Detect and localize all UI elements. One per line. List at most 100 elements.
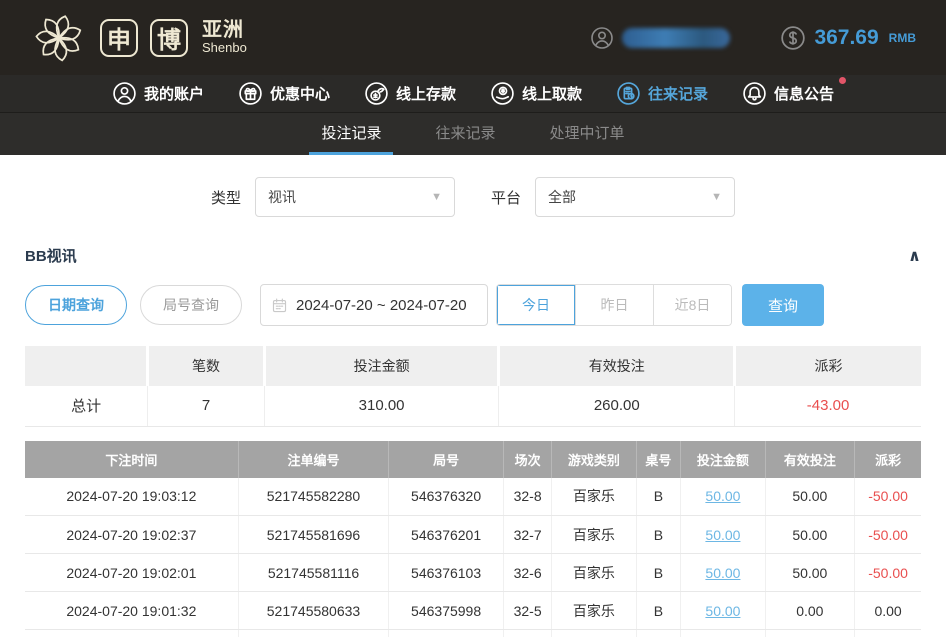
- date-query-button[interactable]: 日期查询: [25, 285, 127, 325]
- bet-amount-link[interactable]: 50.00: [705, 488, 740, 504]
- cell-session: 32-7: [503, 516, 551, 554]
- col-payout: 派彩: [855, 441, 921, 478]
- bet-amount-link[interactable]: 50.00: [705, 603, 740, 619]
- tab-pending-orders[interactable]: 处理中订单: [538, 113, 637, 155]
- cell-bet-time: 2024-07-20 19:02:37: [25, 516, 238, 554]
- type-select-value: 视讯: [268, 187, 296, 207]
- logo-char-bo: 博: [150, 19, 188, 57]
- balance-display[interactable]: 367.69 RMB: [780, 25, 916, 51]
- records-icon: [616, 81, 641, 106]
- cell-round-id: 546376103: [389, 554, 504, 592]
- calendar-icon: [271, 297, 288, 314]
- cell-order-id: 521745580633: [238, 592, 389, 630]
- type-filter-label: 类型: [211, 187, 241, 208]
- summary-total-row: 总计 7 310.00 260.00 -43.00: [25, 386, 921, 426]
- table-row: 2024-07-20 19:00:59521745580057546375895…: [25, 630, 921, 637]
- main-navigation: 我的账户 优惠中心 线上存款 线上取款 往来记录: [0, 75, 946, 113]
- top-header: 申 博 亚洲 Shenbo 367.69 RMB: [0, 0, 946, 75]
- notification-badge: [839, 77, 846, 84]
- summary-header-valid: 有效投注: [499, 346, 735, 386]
- summary-header-payout: 派彩: [735, 346, 921, 386]
- nav-withdraw[interactable]: 线上取款: [486, 81, 586, 106]
- nav-announcements[interactable]: 信息公告: [738, 81, 838, 106]
- bell-icon: [742, 81, 767, 106]
- bet-amount-link[interactable]: 50.00: [705, 527, 740, 543]
- cell-game-type: 百家乐: [552, 516, 636, 554]
- date-range-input[interactable]: 2024-07-20 ~ 2024-07-20: [260, 284, 488, 326]
- col-game-type: 游戏类别: [552, 441, 636, 478]
- cell-game-type: 百家乐: [552, 630, 636, 637]
- date-range-value: 2024-07-20 ~ 2024-07-20: [296, 297, 467, 314]
- nav-my-account[interactable]: 我的账户: [108, 81, 208, 106]
- table-row: 2024-07-20 19:02:37521745581696546376201…: [25, 516, 921, 554]
- nav-promotions[interactable]: 优惠中心: [234, 81, 334, 106]
- today-button[interactable]: 今日: [497, 285, 575, 325]
- summary-header-bet: 投注金额: [264, 346, 499, 386]
- summary-bet-value: 310.00: [264, 386, 499, 426]
- cell-session: 32-4: [503, 630, 551, 637]
- filter-row: 类型 视讯 ▼ 平台 全部 ▼: [0, 155, 946, 235]
- bet-table-header-row: 下注时间 注单编号 局号 场次 游戏类别 桌号 投注金额 有效投注 派彩: [25, 441, 921, 478]
- user-account-chip[interactable]: [590, 26, 730, 50]
- cell-game-type: 百家乐: [552, 592, 636, 630]
- cell-order-id: 521745581116: [238, 554, 389, 592]
- platform-select[interactable]: 全部 ▼: [535, 177, 735, 217]
- cell-round-id: 546375998: [389, 592, 504, 630]
- balance-amount: 367.69: [814, 26, 878, 50]
- platform-select-value: 全部: [548, 187, 576, 207]
- cell-table-no: B: [636, 516, 681, 554]
- bet-table-body: 2024-07-20 19:03:12521745582280546376320…: [25, 478, 921, 637]
- table-row: 2024-07-20 19:03:12521745582280546376320…: [25, 478, 921, 516]
- col-valid-bet: 有效投注: [765, 441, 855, 478]
- table-row: 2024-07-20 19:01:32521745580633546375998…: [25, 592, 921, 630]
- cell-session: 32-6: [503, 554, 551, 592]
- col-session: 场次: [503, 441, 551, 478]
- section-title: BB视讯: [25, 245, 77, 266]
- summary-header-count: 笔数: [148, 346, 264, 386]
- search-button[interactable]: 查询: [742, 284, 824, 326]
- username-redacted: [622, 28, 730, 48]
- type-select[interactable]: 视讯 ▼: [255, 177, 455, 217]
- cell-round-id: 546375895: [389, 630, 504, 637]
- nav-label: 优惠中心: [270, 83, 330, 104]
- tab-bet-records[interactable]: 投注记录: [309, 113, 393, 155]
- col-order-id: 注单编号: [238, 441, 389, 478]
- cell-payout: -50.00: [855, 516, 921, 554]
- tab-transaction-records[interactable]: 往来记录: [423, 113, 507, 155]
- nav-label: 信息公告: [774, 83, 834, 104]
- deposit-icon: [364, 81, 389, 106]
- summary-payout-value: -43.00: [735, 386, 921, 426]
- cell-bet-amount: 50.00: [681, 516, 765, 554]
- balance-currency: RMB: [889, 31, 916, 45]
- yesterday-button[interactable]: 昨日: [575, 285, 653, 325]
- col-bet-amount: 投注金额: [681, 441, 765, 478]
- cell-valid-bet: 50.00: [765, 554, 855, 592]
- cell-order-id: 521745582280: [238, 478, 389, 516]
- last8days-button[interactable]: 近8日: [653, 285, 731, 325]
- brand-logo[interactable]: 申 博 亚洲 Shenbo: [30, 9, 247, 67]
- cell-payout: 50.00: [855, 630, 921, 637]
- nav-label: 线上存款: [396, 83, 456, 104]
- col-table-no: 桌号: [636, 441, 681, 478]
- nav-deposit[interactable]: 线上存款: [360, 81, 460, 106]
- cell-bet-time: 2024-07-20 19:03:12: [25, 478, 238, 516]
- col-round-id: 局号: [389, 441, 504, 478]
- user-avatar-icon: [590, 26, 614, 50]
- collapse-chevron-icon[interactable]: ∧: [908, 246, 921, 266]
- round-query-button[interactable]: 局号查询: [140, 285, 242, 325]
- coin-icon: [780, 25, 806, 51]
- cell-bet-amount: 50.00: [681, 478, 765, 516]
- cell-bet-amount: 50.00: [681, 554, 765, 592]
- cell-round-id: 546376201: [389, 516, 504, 554]
- cell-table-no: B: [636, 554, 681, 592]
- cell-order-id: 521745581696: [238, 516, 389, 554]
- record-subtabs: 投注记录 往来记录 处理中订单: [0, 113, 946, 155]
- cell-game-type: 百家乐: [552, 554, 636, 592]
- logo-region-text: 亚洲: [202, 20, 247, 41]
- withdraw-icon: [490, 81, 515, 106]
- summary-total-label: 总计: [25, 386, 148, 426]
- cell-bet-time: 2024-07-20 19:00:59: [25, 630, 238, 637]
- nav-transaction-records[interactable]: 往来记录: [612, 81, 712, 106]
- bet-amount-link[interactable]: 50.00: [705, 565, 740, 581]
- gift-icon: [238, 81, 263, 106]
